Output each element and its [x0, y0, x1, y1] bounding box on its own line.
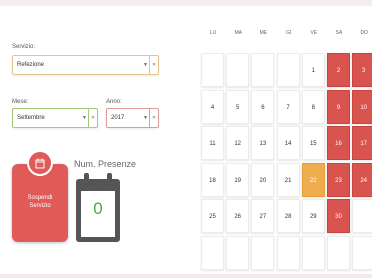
- calendar-day-cell[interactable]: 5: [226, 89, 250, 124]
- calendar-day-cell[interactable]: 15: [301, 126, 325, 160]
- calendar-day-cell[interactable]: 11: [201, 126, 224, 160]
- calendar-empty-cell: [226, 53, 250, 87]
- calendar-day-cell[interactable]: 20: [251, 162, 275, 197]
- calendar-day-cell[interactable]: 22: [301, 162, 325, 197]
- mese-value: Settembre: [17, 115, 45, 121]
- calendar-day-cell[interactable]: 24: [352, 162, 372, 197]
- calendar-day-cell[interactable]: 9: [327, 89, 350, 124]
- top-divider: [0, 0, 372, 6]
- anno-value: 2017: [111, 115, 125, 121]
- calendar-day-cell[interactable]: 6: [251, 89, 275, 124]
- calendar-empty-cell: [301, 235, 325, 270]
- sospendi-servizio-button[interactable]: Sospendi Servizio: [12, 150, 68, 242]
- calendar-day-cell[interactable]: 21: [276, 162, 300, 197]
- calendar-day-cell[interactable]: 16: [327, 126, 350, 160]
- calendar-empty-cell: [276, 53, 300, 87]
- calendar-empty-cell: [352, 235, 372, 270]
- calendar-day-cell[interactable]: 23: [327, 162, 350, 197]
- calendar-day-cell[interactable]: 12: [226, 126, 250, 160]
- chevron-down-icon: ▼: [143, 62, 148, 68]
- calendar-day-cell[interactable]: 3: [352, 53, 372, 87]
- day-header: SA: [335, 30, 343, 36]
- sospendi-label: Sospendi Servizio: [27, 195, 53, 209]
- day-header: MA: [234, 30, 242, 36]
- calendar-day-cell[interactable]: 28: [276, 199, 300, 233]
- chevron-down-icon: ▼: [82, 115, 87, 121]
- day-header: VE: [310, 30, 318, 36]
- servizio-label: Servizio:: [12, 44, 36, 50]
- day-header: DO: [360, 30, 368, 36]
- calendar-empty-cell: [201, 53, 224, 87]
- calendar-day-cell[interactable]: 27: [251, 199, 275, 233]
- mese-label: Mese:: [12, 99, 29, 105]
- calendar-day-cell[interactable]: 26: [226, 199, 250, 233]
- calendar-day-cell[interactable]: 19: [226, 162, 250, 197]
- calendar-day-cell[interactable]: 30: [327, 199, 350, 233]
- calendar-empty-cell: [226, 235, 250, 270]
- anno-select[interactable]: 2017 ▼ ✕: [106, 108, 159, 128]
- day-header: ME: [259, 30, 268, 36]
- day-header: GI: [285, 30, 292, 36]
- clear-button[interactable]: ✕: [149, 109, 158, 127]
- calendar-day-cell[interactable]: 29: [301, 199, 325, 233]
- chevron-down-icon: ▼: [143, 115, 148, 121]
- calendar-day-cell[interactable]: 25: [201, 199, 224, 233]
- clear-button[interactable]: ✕: [149, 56, 158, 74]
- calendar-day-cell[interactable]: 2: [327, 53, 350, 87]
- calendar-empty-cell: [276, 235, 300, 270]
- calendar-day-cell[interactable]: 1: [301, 53, 325, 87]
- calendar-day-cell[interactable]: 7: [276, 89, 300, 124]
- anno-label: Anno:: [106, 99, 122, 105]
- calendar-empty-cell: [251, 235, 275, 270]
- servizio-select[interactable]: Refezione ▼ ✕: [12, 55, 159, 75]
- mese-select[interactable]: Settembre ▼ ✕: [12, 108, 98, 128]
- servizio-value: Refezione: [17, 62, 45, 68]
- clear-button[interactable]: ✕: [88, 109, 97, 127]
- presenze-calendar-icon: 0: [76, 173, 120, 243]
- presenze-count: 0: [93, 199, 103, 218]
- calendar-day-cell[interactable]: 10: [352, 89, 372, 124]
- calendar-day-cell[interactable]: 17: [352, 126, 372, 160]
- calendar-empty-cell: [201, 235, 224, 270]
- bottom-divider: [0, 274, 372, 278]
- calendar-day-cell[interactable]: 8: [301, 89, 325, 124]
- calendar-empty-cell: [327, 235, 350, 270]
- presenze-title: Num. Presenze: [74, 159, 137, 169]
- calendar-day-cell[interactable]: 13: [251, 126, 275, 160]
- calendar-day-cell[interactable]: 18: [201, 162, 224, 197]
- calendar-icon: [27, 150, 53, 176]
- calendar-day-cell[interactable]: 4: [201, 89, 224, 124]
- calendar-empty-cell: [251, 53, 275, 87]
- day-header: LU: [209, 30, 217, 36]
- calendar-empty-cell: [352, 199, 372, 233]
- calendar-day-cell[interactable]: 14: [276, 126, 300, 160]
